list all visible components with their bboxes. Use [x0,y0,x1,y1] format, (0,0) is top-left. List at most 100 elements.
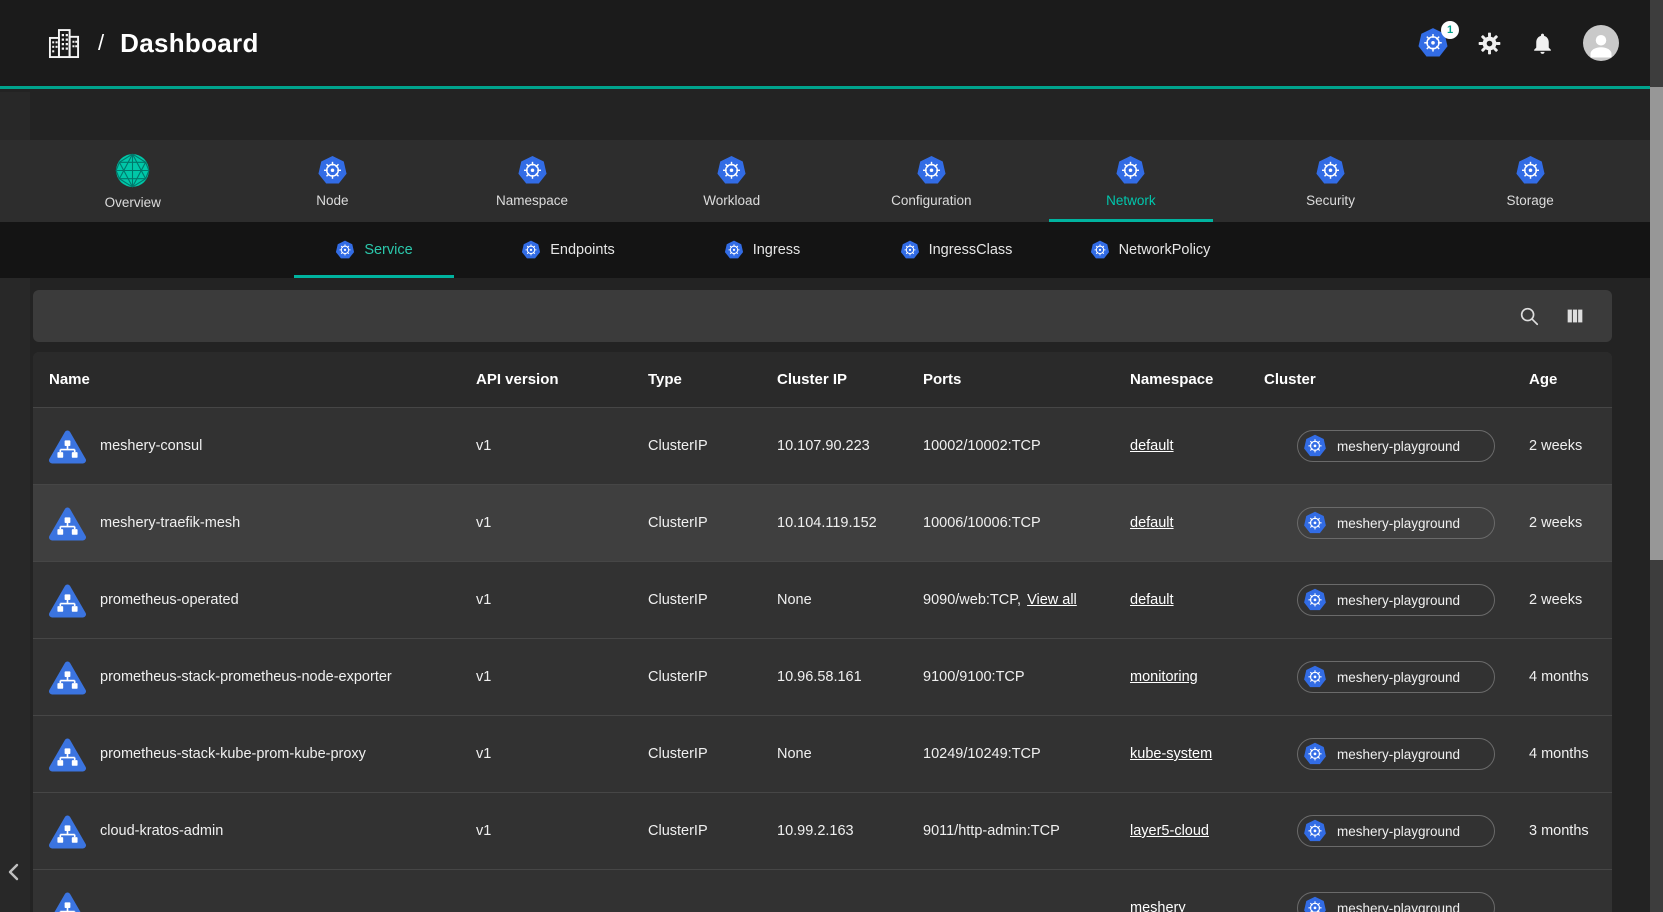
service-name: meshery-consul [100,438,202,454]
namespace-link[interactable]: layer5-cloud [1130,823,1209,839]
kubernetes-icon [1303,511,1327,535]
table-row[interactable]: prometheus-stack-kube-prom-kube-proxy v1… [33,715,1612,792]
age: 3 months [1529,823,1612,839]
header-actions: 1 [1417,25,1633,61]
column-header-ports[interactable]: Ports [923,371,1130,388]
cluster-chip[interactable]: meshery-playground [1297,815,1495,847]
cluster-ip: None [777,746,923,762]
kubernetes-icon [335,240,355,260]
service-type: ClusterIP [648,515,777,531]
service-resource-icon [49,736,86,773]
kubernetes-icon [1515,155,1546,186]
age: 2 weeks [1529,515,1612,531]
tab-overview[interactable]: Overview [33,140,233,222]
service-resource-icon [49,428,86,465]
table-row[interactable]: prometheus-stack-prometheus-node-exporte… [33,638,1612,715]
table-row[interactable]: meshery-traefik-mesh v1 ClusterIP 10.104… [33,484,1612,561]
table-toolbar [33,290,1612,342]
table-row[interactable]: prometheus-operated v1 ClusterIP None 90… [33,561,1612,638]
cluster-ip: 10.107.90.223 [777,438,923,454]
notifications-bell-icon[interactable] [1530,31,1555,56]
view-all-link[interactable]: View all [1027,592,1077,608]
vertical-scrollbar[interactable] [1650,0,1663,912]
cluster-chip[interactable]: meshery-playground [1297,430,1495,462]
service-name: prometheus-stack-kube-prom-kube-proxy [100,746,366,762]
namespace-link[interactable]: default [1130,515,1174,531]
dashboard-page: / Dashboard 1 Overview [0,0,1663,912]
service-type: ClusterIP [648,746,777,762]
search-icon[interactable] [1518,305,1540,327]
chevron-left-icon [2,860,26,884]
kubernetes-icon [1303,665,1327,689]
kubernetes-context-button[interactable]: 1 [1417,27,1449,59]
tab-network[interactable]: Network [1031,140,1231,222]
subtab-service[interactable]: Service [277,222,471,278]
age: 4 months [1529,746,1612,762]
breadcrumb-separator: / [98,30,104,56]
kubernetes-icon [521,240,541,260]
column-header-api-version[interactable]: API version [476,371,648,388]
namespace-link[interactable]: kube-system [1130,746,1212,762]
service-name: prometheus-stack-prometheus-node-exporte… [100,669,392,685]
api-version: v1 [476,515,648,531]
column-header-cluster-ip[interactable]: Cluster IP [777,371,923,388]
column-header-type[interactable]: Type [648,371,777,388]
network-subtabs-bar: Service Endpoints Ingress IngressClass N… [0,222,1663,278]
column-header-age[interactable]: Age [1529,371,1612,388]
subtab-ingress[interactable]: Ingress [665,222,859,278]
tab-storage[interactable]: Storage [1430,140,1630,222]
settings-gear-icon[interactable] [1477,31,1502,56]
kubernetes-icon [1303,434,1327,458]
api-version: v1 [476,592,648,608]
table-row[interactable]: meshery-consul v1 ClusterIP 10.107.90.22… [33,407,1612,484]
tab-security[interactable]: Security [1231,140,1431,222]
column-header-name[interactable]: Name [33,371,476,388]
kubernetes-icon [1090,240,1110,260]
cluster-chip[interactable]: meshery-playground [1297,584,1495,616]
age: 2 weeks [1529,592,1612,608]
table-row[interactable]: meshery meshery-playground [33,869,1612,912]
ports: 10249/10249:TCP [923,746,1130,762]
tab-node[interactable]: Node [233,140,433,222]
kubernetes-icon [1303,819,1327,843]
column-header-namespace[interactable]: Namespace [1130,371,1264,388]
subtab-ingressclass[interactable]: IngressClass [859,222,1053,278]
namespace-link[interactable]: monitoring [1130,669,1198,685]
cluster-chip[interactable]: meshery-playground [1297,507,1495,539]
service-resource-icon [49,890,86,912]
namespace-link[interactable]: default [1130,438,1174,454]
subtab-networkpolicy[interactable]: NetworkPolicy [1053,222,1247,278]
service-type: ClusterIP [648,823,777,839]
tab-configuration[interactable]: Configuration [832,140,1032,222]
resource-tabs-bar: Overview Node Namespace Workload Configu… [0,140,1663,222]
api-version: v1 [476,669,648,685]
service-resource-icon [49,582,86,619]
view-columns-icon[interactable] [1564,305,1586,327]
namespace-link[interactable]: meshery [1130,900,1186,912]
cluster-chip[interactable]: meshery-playground [1297,892,1495,912]
organization-building-icon[interactable] [46,25,82,61]
service-name: prometheus-operated [100,592,239,608]
cluster-ip: 10.96.58.161 [777,669,923,685]
column-header-cluster[interactable]: Cluster [1264,371,1529,388]
table-header-row: Name API version Type Cluster IP Ports N… [33,352,1612,407]
services-table: Name API version Type Cluster IP Ports N… [33,352,1612,912]
cluster-chip[interactable]: meshery-playground [1297,738,1495,770]
scrollbar-thumb[interactable] [1650,87,1663,560]
sidebar-collapse-button[interactable] [2,860,28,890]
table-row[interactable]: cloud-kratos-admin v1 ClusterIP 10.99.2.… [33,792,1612,869]
tab-namespace[interactable]: Namespace [432,140,632,222]
tab-workload[interactable]: Workload [632,140,832,222]
subtab-endpoints[interactable]: Endpoints [471,222,665,278]
ports: 9011/http-admin:TCP [923,823,1130,839]
kubernetes-icon [317,155,348,186]
namespace-link[interactable]: default [1130,592,1174,608]
cluster-chip[interactable]: meshery-playground [1297,661,1495,693]
ports: 9090/web:TCP,View all [923,592,1130,608]
user-avatar[interactable] [1583,25,1619,61]
kubernetes-icon [1115,155,1146,186]
kubernetes-icon [1315,155,1346,186]
service-type: ClusterIP [648,438,777,454]
person-icon [1586,30,1616,60]
service-type: ClusterIP [648,592,777,608]
